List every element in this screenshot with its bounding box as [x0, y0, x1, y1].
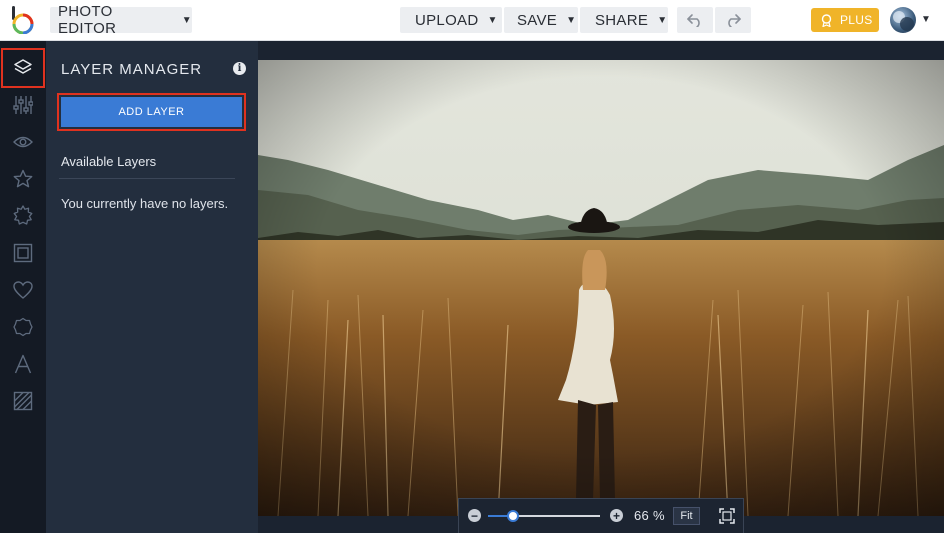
befunky-logo-icon[interactable] — [10, 6, 34, 35]
chevron-down-icon: ▼ — [181, 14, 192, 26]
empty-layers-message: You currently have no layers. — [61, 196, 229, 211]
tool-layers[interactable] — [1, 48, 45, 88]
save-label: SAVE — [517, 11, 558, 29]
fullscreen-icon — [719, 508, 735, 524]
undo-icon — [687, 14, 700, 27]
plus-label: PLUS — [840, 13, 873, 27]
redo-button[interactable] — [715, 7, 751, 33]
top-bar: PHOTO EDITOR ▼ UPLOAD ▼ SAVE ▼ SHARE ▼ P… — [0, 0, 944, 41]
fullscreen-button[interactable] — [716, 506, 738, 526]
tool-textures[interactable] — [5, 311, 41, 343]
upload-label: UPLOAD — [415, 11, 479, 29]
layers-icon — [14, 59, 32, 74]
zoom-out-button[interactable]: − — [468, 509, 481, 522]
add-layer-button[interactable]: ADD LAYER — [61, 97, 242, 127]
artsy-gear-icon — [13, 205, 33, 225]
tool-adjust[interactable] — [5, 89, 41, 121]
account-menu-caret-icon[interactable]: ▼ — [921, 14, 931, 25]
tool-rail — [0, 41, 46, 533]
share-button[interactable]: SHARE ▼ — [580, 7, 668, 33]
plus-upgrade-button[interactable]: PLUS — [811, 8, 879, 32]
adjust-sliders-icon — [13, 96, 33, 114]
pattern-icon — [13, 391, 33, 411]
available-layers-heading: Available Layers — [61, 154, 157, 169]
info-icon[interactable]: i — [233, 62, 246, 75]
photo-image[interactable] — [258, 60, 944, 516]
avatar[interactable] — [890, 7, 916, 33]
zoom-bar: − + 66 % Fit — [458, 498, 744, 533]
layer-manager-panel: LAYER MANAGER i ADD LAYER Available Laye… — [46, 41, 258, 533]
undo-button[interactable] — [677, 7, 713, 33]
plus-badge-icon — [821, 13, 832, 27]
save-button[interactable]: SAVE ▼ — [504, 7, 578, 33]
zoom-in-button[interactable]: + — [610, 509, 623, 522]
share-label: SHARE — [595, 11, 649, 29]
tool-artsy[interactable] — [5, 199, 41, 231]
heart-icon — [13, 281, 33, 299]
tool-text[interactable] — [5, 348, 41, 380]
tool-pattern[interactable] — [5, 385, 41, 417]
photo-editor-menu[interactable]: PHOTO EDITOR ▼ — [50, 3, 192, 37]
tool-effects[interactable] — [5, 163, 41, 195]
tool-graphics[interactable] — [5, 274, 41, 306]
divider — [59, 178, 235, 179]
editor-canvas[interactable] — [258, 41, 944, 533]
chevron-down-icon: ▼ — [487, 14, 498, 26]
upload-button[interactable]: UPLOAD ▼ — [400, 7, 502, 33]
star-icon — [13, 169, 33, 188]
texture-badge-icon — [13, 317, 33, 337]
text-icon — [14, 354, 32, 374]
chevron-down-icon: ▼ — [657, 14, 668, 26]
fit-button[interactable]: Fit — [673, 507, 700, 525]
add-layer-button-highlight: ADD LAYER — [57, 93, 246, 131]
chevron-down-icon: ▼ — [566, 14, 577, 26]
tool-frames[interactable] — [5, 237, 41, 269]
eye-icon — [13, 136, 33, 148]
frame-icon — [13, 243, 33, 263]
redo-icon — [728, 14, 741, 27]
panel-title: LAYER MANAGER — [61, 61, 203, 78]
tool-touch-up[interactable] — [5, 126, 41, 158]
zoom-slider-thumb[interactable] — [506, 510, 519, 522]
photo-editor-label: PHOTO EDITOR — [58, 3, 117, 37]
zoom-percent: 66 % — [634, 508, 665, 523]
